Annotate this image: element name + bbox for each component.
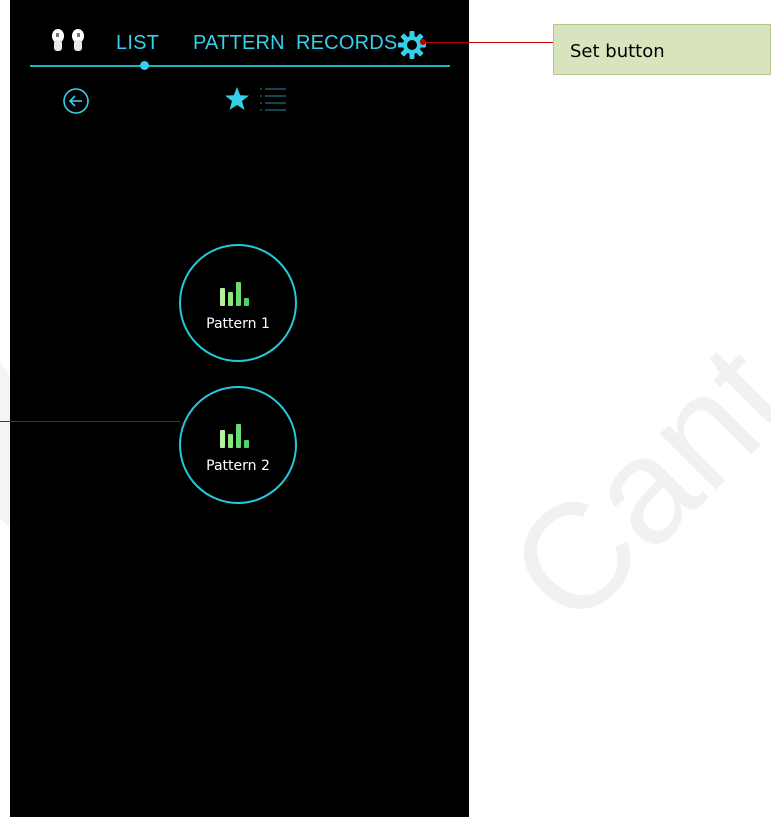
back-arrow-icon[interactable] xyxy=(62,87,90,115)
pattern-2-button[interactable]: Pattern 2 xyxy=(179,386,297,504)
earbud-right-icon[interactable] xyxy=(70,28,86,54)
equalizer-bars-icon xyxy=(220,424,249,448)
annotation-callout: Set button xyxy=(553,24,771,75)
tab-records[interactable]: RECORDS xyxy=(296,32,397,55)
equalizer-bars-icon xyxy=(220,282,249,306)
tab-pattern[interactable]: PATTERN xyxy=(193,32,285,55)
pattern-1-label: Pattern 1 xyxy=(206,316,270,332)
tab-list[interactable]: LIST xyxy=(116,32,159,55)
annotation-callout-text: Set button xyxy=(570,41,665,62)
active-tab-indicator xyxy=(140,61,149,70)
settings-gear-icon[interactable] xyxy=(398,31,426,59)
pattern-1-button[interactable]: Pattern 1 xyxy=(179,244,297,362)
app-screen: LIST PATTERN RECORDS Pattern 1 Pattern 2 xyxy=(10,0,469,817)
canvas: Cant LIST PATTERN RECORDS Pattern 1 Patt… xyxy=(0,0,771,817)
earbud-left-icon[interactable] xyxy=(50,28,66,54)
star-icon[interactable] xyxy=(224,86,250,112)
annotation-leader-line xyxy=(423,42,553,43)
annotation-leader-line-left xyxy=(0,421,180,422)
pattern-2-label: Pattern 2 xyxy=(206,458,270,474)
watermark-text: Cant xyxy=(476,312,771,656)
tab-underline xyxy=(30,65,450,67)
list-icon[interactable] xyxy=(260,86,286,112)
top-navigation: LIST PATTERN RECORDS xyxy=(10,28,469,62)
